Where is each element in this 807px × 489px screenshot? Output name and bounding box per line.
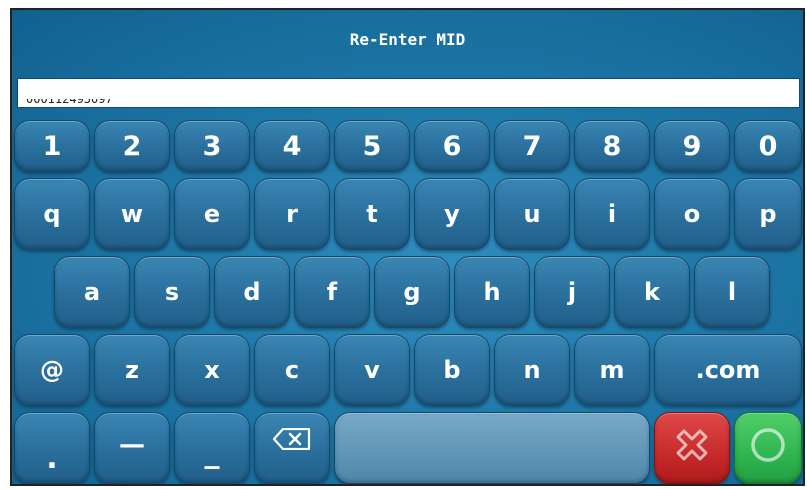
- key-1[interactable]: 1: [14, 120, 90, 172]
- key-s[interactable]: s: [134, 256, 210, 328]
- page-title: Re-Enter MID: [349, 30, 466, 49]
- key-r[interactable]: r: [254, 178, 330, 250]
- key-h[interactable]: h: [454, 256, 530, 328]
- key-dash[interactable]: —: [94, 412, 170, 484]
- mid-input-field[interactable]: 000112493097: [17, 78, 800, 108]
- key-v[interactable]: v: [334, 334, 410, 406]
- cancel-button[interactable]: [654, 412, 730, 484]
- key-at[interactable]: @: [14, 334, 90, 406]
- key-backspace[interactable]: [254, 412, 330, 484]
- key-b[interactable]: b: [414, 334, 490, 406]
- key-period[interactable]: .: [14, 412, 90, 484]
- key-7[interactable]: 7: [494, 120, 570, 172]
- key-4[interactable]: 4: [254, 120, 330, 172]
- key-p[interactable]: p: [734, 178, 802, 250]
- backspace-icon: [272, 427, 311, 456]
- cancel-x-icon: [670, 423, 714, 473]
- key-dot-com[interactable]: .com: [654, 334, 802, 406]
- key-a[interactable]: a: [54, 256, 130, 328]
- key-2[interactable]: 2: [94, 120, 170, 172]
- confirm-button[interactable]: [734, 412, 802, 484]
- key-9[interactable]: 9: [654, 120, 730, 172]
- key-j[interactable]: j: [534, 256, 610, 328]
- key-k[interactable]: k: [614, 256, 690, 328]
- key-l[interactable]: l: [694, 256, 770, 328]
- key-6[interactable]: 6: [414, 120, 490, 172]
- key-5[interactable]: 5: [334, 120, 410, 172]
- keyboard-screen: Re-Enter MID 000112493097 1 2 3 4 5 6 7 …: [10, 8, 805, 486]
- key-f[interactable]: f: [294, 256, 370, 328]
- key-n[interactable]: n: [494, 334, 570, 406]
- key-i[interactable]: i: [574, 178, 650, 250]
- mid-input-value: 000112493097: [26, 92, 113, 106]
- key-o[interactable]: o: [654, 178, 730, 250]
- key-x[interactable]: x: [174, 334, 250, 406]
- key-d[interactable]: d: [214, 256, 290, 328]
- key-m[interactable]: m: [574, 334, 650, 406]
- key-t[interactable]: t: [334, 178, 410, 250]
- key-c[interactable]: c: [254, 334, 330, 406]
- key-8[interactable]: 8: [574, 120, 650, 172]
- key-z[interactable]: z: [94, 334, 170, 406]
- key-0[interactable]: 0: [734, 120, 802, 172]
- key-space[interactable]: [334, 412, 650, 484]
- key-underscore[interactable]: _: [174, 412, 250, 484]
- confirm-circle-icon: [747, 424, 789, 472]
- key-g[interactable]: g: [374, 256, 450, 328]
- key-u[interactable]: u: [494, 178, 570, 250]
- key-w[interactable]: w: [94, 178, 170, 250]
- key-3[interactable]: 3: [174, 120, 250, 172]
- key-q[interactable]: q: [14, 178, 90, 250]
- key-e[interactable]: e: [174, 178, 250, 250]
- key-y[interactable]: y: [414, 178, 490, 250]
